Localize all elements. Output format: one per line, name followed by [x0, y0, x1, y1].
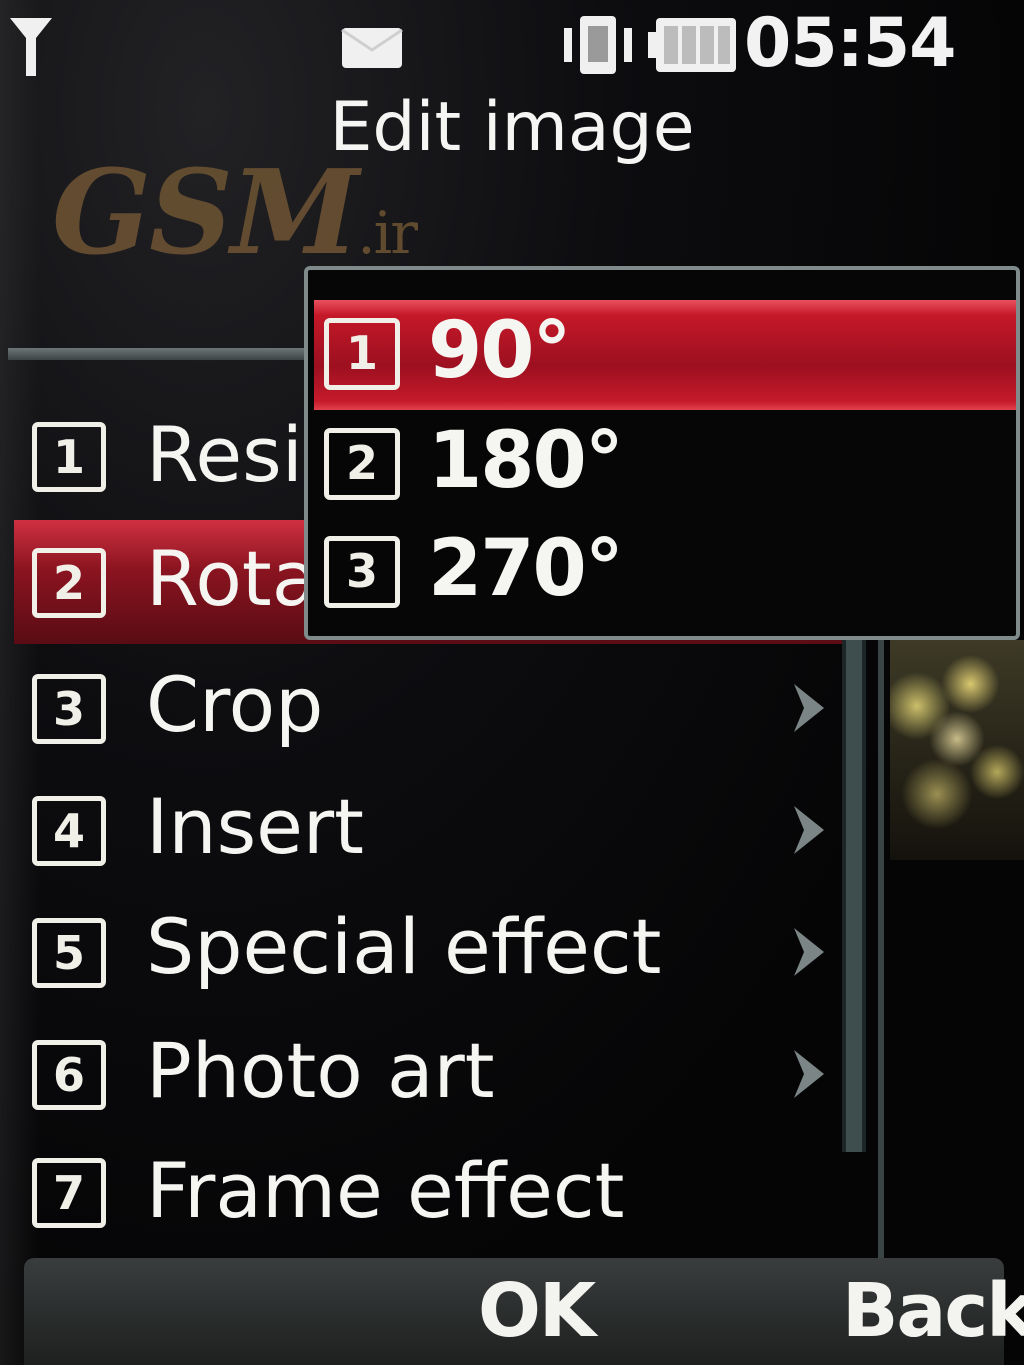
- rotate-option-label: 90°: [428, 306, 572, 396]
- selection-highlight: [314, 300, 1016, 410]
- menu-item-label: Crop: [146, 660, 324, 749]
- number-badge: 2: [324, 428, 400, 500]
- menu-item-label: Frame effect: [146, 1146, 625, 1235]
- number-badge: 3: [324, 536, 400, 608]
- menu-item-label: Insert: [146, 782, 364, 871]
- preview-divider: [878, 600, 884, 1260]
- status-bar: 05:54: [0, 0, 1024, 84]
- rotate-option-label: 180°: [428, 416, 624, 506]
- phone-screen: 05:54 Edit image GSM.ir 1 Resi 2 Rota 3 …: [0, 0, 1024, 1365]
- watermark-main: GSM: [52, 145, 359, 281]
- rotate-option-90[interactable]: 1 90°: [308, 300, 1016, 410]
- number-badge: 7: [32, 1158, 106, 1228]
- menu-item-special-effect[interactable]: 5 Special effect: [0, 892, 850, 1010]
- vibrate-icon: [564, 16, 632, 74]
- menu-item-crop[interactable]: 3 Crop: [0, 648, 850, 766]
- battery-icon: [648, 18, 736, 72]
- ok-softkey[interactable]: OK: [478, 1266, 596, 1356]
- menu-item-photo-art[interactable]: 6 Photo art: [0, 1014, 850, 1132]
- back-softkey[interactable]: Back: [842, 1266, 1024, 1356]
- chevron-right-icon: [794, 928, 824, 976]
- rotate-options-popup: 1 90° 2 180° 3 270°: [304, 266, 1020, 640]
- number-badge: 4: [32, 796, 106, 866]
- menu-item-insert[interactable]: 4 Insert: [0, 770, 850, 888]
- watermark-suffix: .ir: [357, 199, 418, 267]
- menu-item-label: Rota: [146, 534, 319, 623]
- chevron-right-icon: [794, 684, 824, 732]
- scrollbar-thumb[interactable]: [846, 640, 862, 1152]
- clock-time: 05:54: [744, 4, 956, 83]
- number-badge: 1: [32, 422, 106, 492]
- rotate-option-270[interactable]: 3 270°: [308, 518, 1016, 624]
- message-icon: [341, 28, 403, 68]
- signal-icon: [10, 18, 52, 76]
- number-badge: 1: [324, 318, 400, 390]
- chevron-right-icon: [794, 806, 824, 854]
- image-preview-thumbnail: [890, 640, 1024, 860]
- number-badge: 6: [32, 1040, 106, 1110]
- header-divider: [8, 348, 308, 360]
- menu-item-label: Special effect: [146, 902, 662, 991]
- menu-item-frame-effect[interactable]: 7 Frame effect: [0, 1136, 850, 1254]
- menu-item-label: Resi: [146, 410, 303, 499]
- rotate-option-label: 270°: [428, 524, 624, 614]
- number-badge: 5: [32, 918, 106, 988]
- chevron-right-icon: [794, 1050, 824, 1098]
- number-badge: 3: [32, 674, 106, 744]
- rotate-option-180[interactable]: 2 180°: [308, 410, 1016, 516]
- number-badge: 2: [32, 548, 106, 618]
- menu-item-label: Photo art: [146, 1026, 495, 1115]
